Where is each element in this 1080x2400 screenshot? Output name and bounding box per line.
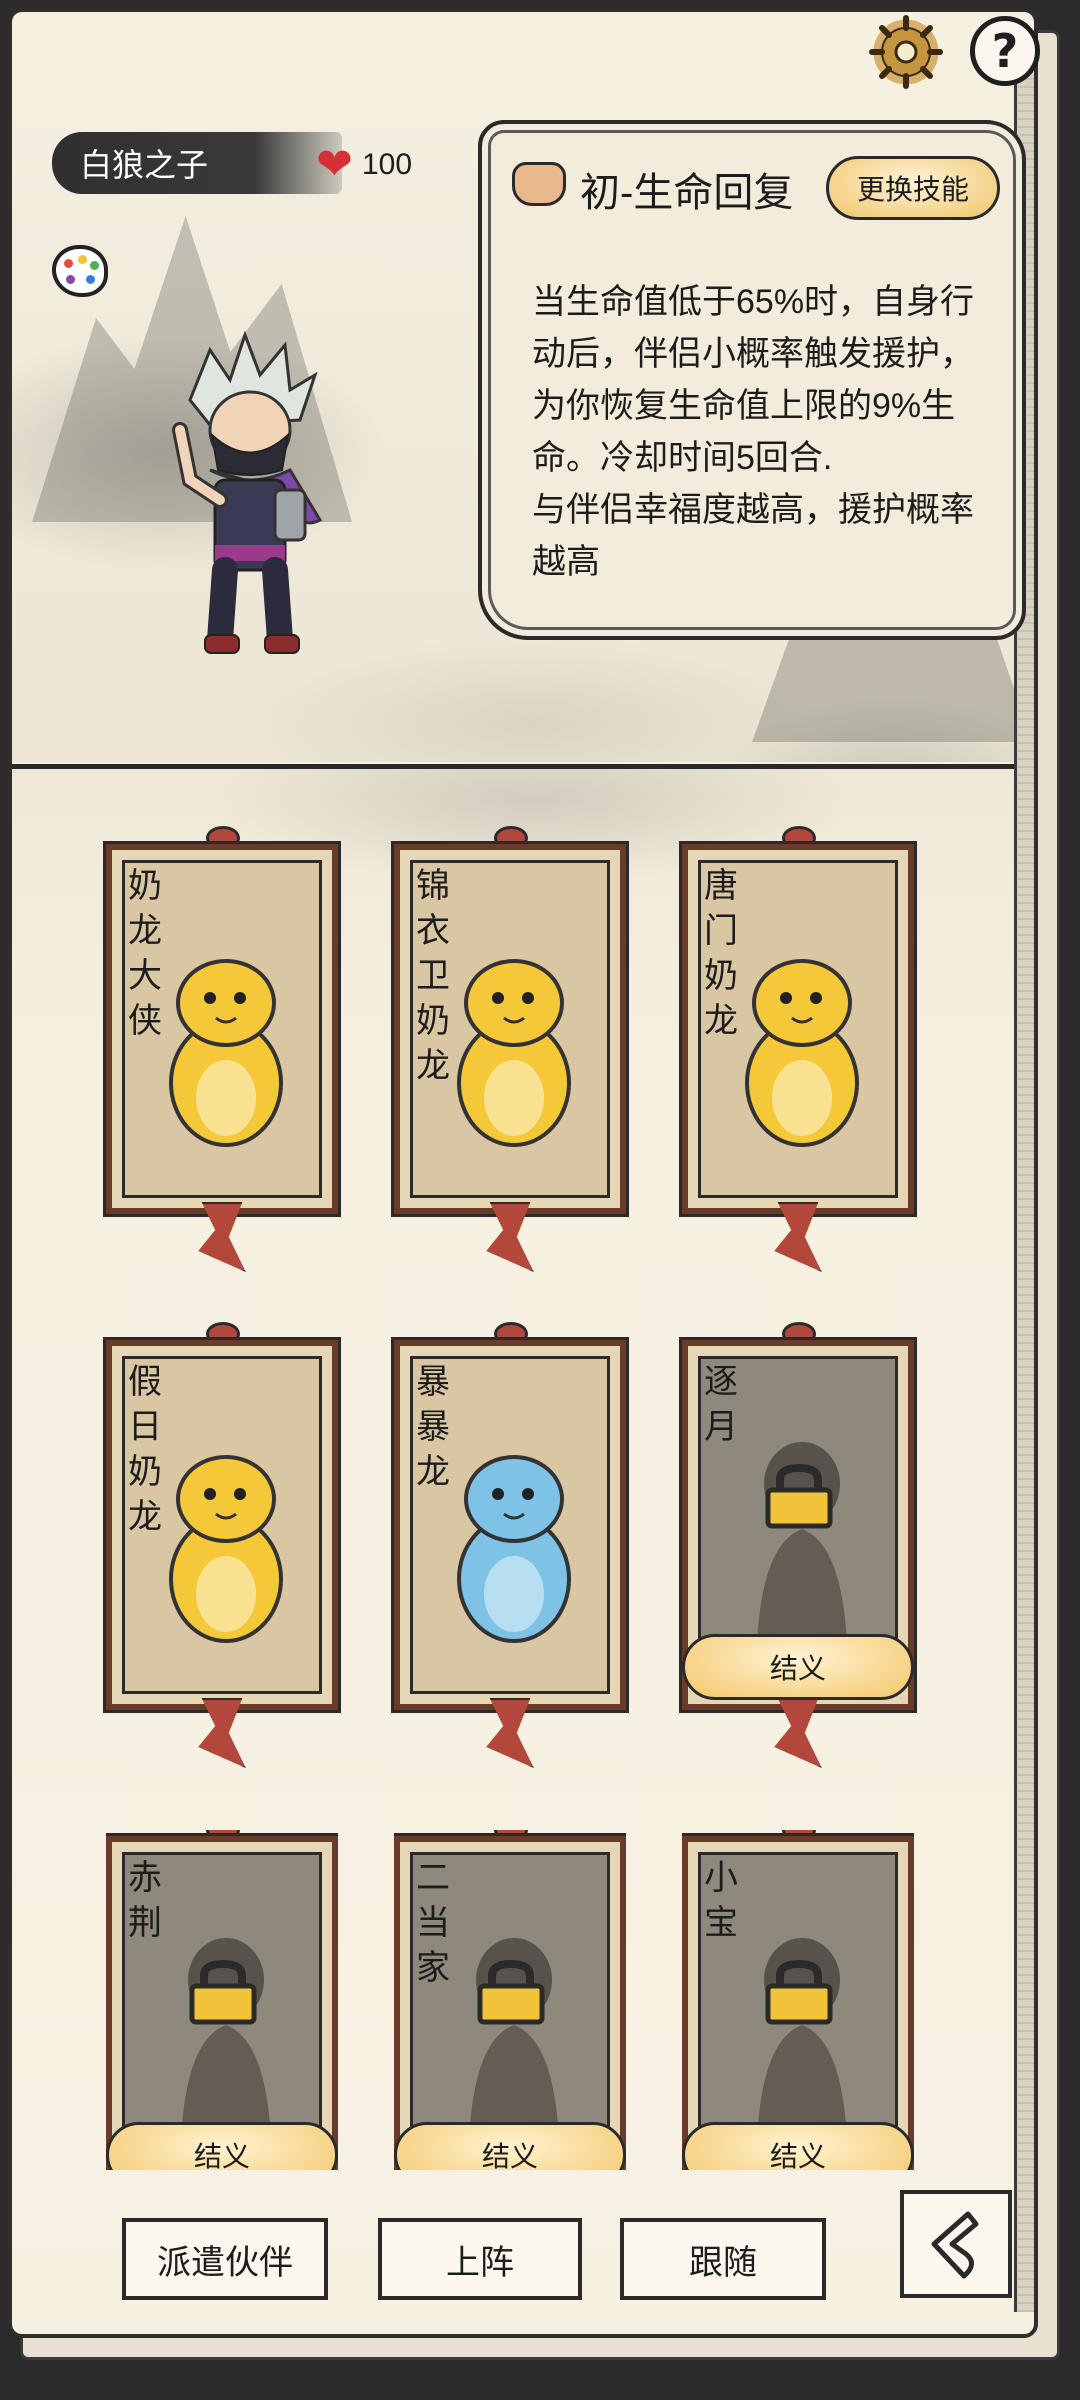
heart-icon: ❤ (316, 140, 353, 189)
help-button[interactable]: ? (970, 16, 1040, 86)
gear-icon-svg (869, 15, 943, 89)
lock-icon (765, 1960, 833, 2025)
companion-card[interactable]: 二 当 家结义 (394, 1830, 626, 2170)
hp-value: 100 (362, 148, 413, 181)
companion-card[interactable]: 暴 暴 龙 (391, 1322, 629, 1768)
dispatch-companion-button[interactable]: 派遣伙伴 (122, 2218, 328, 2300)
companion-name: 假 日 奶 龙 (128, 1363, 162, 1536)
companion-card[interactable]: 逐 月结义 (679, 1322, 917, 1768)
companion-name: 二 当 家 (416, 1859, 450, 1987)
companion-name: 赤 荆 (128, 1859, 162, 1942)
lock-icon (765, 1464, 833, 1529)
hero-nameplate: 白狼之子 (52, 132, 342, 194)
follow-button[interactable]: 跟随 (620, 2218, 826, 2300)
companion-card[interactable]: 赤 荆结义 (106, 1830, 338, 2170)
skill-title: 初-生命回复 (580, 171, 794, 215)
bond-button[interactable]: 结义 (682, 1634, 914, 1700)
bond-button[interactable]: 结义 (682, 2122, 914, 2170)
palette-icon[interactable] (52, 245, 108, 297)
back-arrow-icon (931, 2211, 979, 2279)
hero-character (172, 330, 323, 654)
book-bottom-edge (0, 2360, 1080, 2400)
companion-card[interactable]: 小 宝结义 (682, 1830, 914, 2170)
companion-name: 奶 龙 大 侠 (128, 867, 162, 1040)
companion-name: 小 宝 (704, 1859, 738, 1942)
companion-name: 锦 衣 卫 奶 龙 (416, 867, 450, 1085)
companion-card[interactable]: 奶 龙 大 侠 (103, 826, 341, 1272)
companion-card[interactable]: 假 日 奶 龙 (103, 1322, 341, 1768)
deploy-button[interactable]: 上阵 (378, 2218, 582, 2300)
hero-hp: ❤ 100 (316, 140, 413, 189)
back-button[interactable] (900, 2190, 1012, 2298)
fist-icon (512, 162, 566, 206)
skill-card: 初-生命回复 更换技能 当生命值低于65%时，自身行动后，伴侣小概率触发援护，为… (478, 120, 1026, 640)
lock-icon (189, 1960, 257, 2025)
question-icon: ? (991, 24, 1019, 78)
hero-name: 白狼之子 (80, 147, 209, 183)
change-skill-button[interactable]: 更换技能 (826, 156, 1000, 220)
lock-icon (477, 1960, 545, 2025)
companion-name: 暴 暴 龙 (416, 1363, 450, 1491)
gear-icon[interactable] (868, 14, 944, 90)
companion-name: 逐 月 (704, 1363, 738, 1446)
bond-button[interactable]: 结义 (106, 2122, 338, 2170)
bond-button[interactable]: 结义 (394, 2122, 626, 2170)
companion-card[interactable]: 唐 门 奶 龙 (679, 826, 917, 1272)
skill-description: 当生命值低于65%时，自身行动后，伴侣小概率触发援护，为你恢复生命值上限的9%生… (532, 283, 975, 581)
companion-name: 唐 门 奶 龙 (704, 867, 738, 1040)
companion-card[interactable]: 锦 衣 卫 奶 龙 (391, 826, 629, 1272)
